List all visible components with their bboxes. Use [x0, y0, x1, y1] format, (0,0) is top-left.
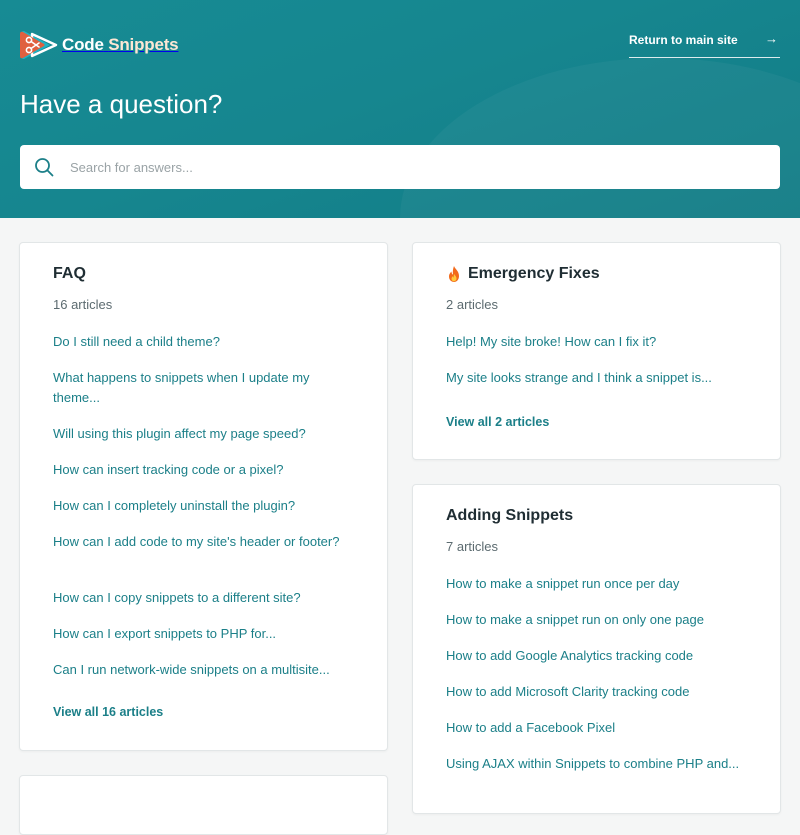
- hero-header: Code Snippets Return to main site → Have…: [0, 0, 800, 218]
- search-input[interactable]: [68, 158, 780, 176]
- category-card-faq: FAQ 16 articles Do I still need a child …: [19, 242, 388, 751]
- logo-word-code: Code: [62, 35, 104, 54]
- fire-icon: [449, 266, 459, 282]
- article-list: Help! My site broke! How can I fix it? M…: [446, 332, 746, 404]
- list-item: Help! My site broke! How can I fix it?: [446, 332, 746, 368]
- category-title-text: Emergency Fixes: [468, 265, 600, 282]
- search-icon: [35, 158, 54, 177]
- list-item: How to make a snippet run on only one pa…: [446, 610, 746, 646]
- article-link[interactable]: Can I run network-wide snippets on a mul…: [53, 662, 330, 677]
- header-decoration: [400, 58, 800, 218]
- article-link[interactable]: My site looks strange and I think a snip…: [446, 370, 712, 385]
- list-item: Can I run network-wide snippets on a mul…: [53, 660, 353, 696]
- category-card-emergency-fixes: Emergency Fixes 2 articles Help! My site…: [412, 242, 781, 460]
- article-count: 16 articles: [53, 297, 113, 312]
- category-title[interactable]: Emergency Fixes: [446, 265, 600, 283]
- list-item: How to add Microsoft Clarity tracking co…: [446, 682, 746, 718]
- site-logo[interactable]: Code Snippets: [20, 28, 179, 62]
- list-item: How to add Google Analytics tracking cod…: [446, 646, 746, 682]
- logo-word-snippets: Snippets: [108, 35, 179, 54]
- list-item: What happens to snippets when I update m…: [53, 368, 353, 424]
- article-link[interactable]: How can I copy snippets to a different s…: [53, 590, 301, 605]
- article-link[interactable]: Help! My site broke! How can I fix it?: [446, 334, 656, 349]
- search-bar[interactable]: [20, 145, 780, 189]
- article-list: How to make a snippet run once per day H…: [446, 574, 746, 810]
- list-item: Using AJAX within Snippets to combine PH…: [446, 754, 746, 810]
- article-link[interactable]: How can I completely uninstall the plugi…: [53, 498, 295, 513]
- list-item: My site looks strange and I think a snip…: [446, 368, 746, 404]
- list-item: How can I add code to my site's header o…: [53, 532, 353, 588]
- list-item: Will using this plugin affect my page sp…: [53, 424, 353, 460]
- article-link[interactable]: How can insert tracking code or a pixel?: [53, 462, 284, 477]
- article-link[interactable]: How can I export snippets to PHP for...: [53, 626, 276, 641]
- category-title[interactable]: FAQ: [53, 265, 86, 283]
- list-item: How can I copy snippets to a different s…: [53, 588, 353, 624]
- article-list: Do I still need a child theme? What happ…: [53, 332, 353, 696]
- list-item: How to add a Facebook Pixel: [446, 718, 746, 754]
- article-link[interactable]: How to add a Facebook Pixel: [446, 720, 615, 735]
- list-item: How can insert tracking code or a pixel?: [53, 460, 353, 496]
- list-item: How to make a snippet run once per day: [446, 574, 746, 610]
- article-link[interactable]: Do I still need a child theme?: [53, 334, 220, 349]
- article-link[interactable]: How to make a snippet run once per day: [446, 576, 679, 591]
- scissors-logo-icon: [20, 31, 58, 59]
- article-link[interactable]: What happens to snippets when I update m…: [53, 370, 310, 405]
- view-all-link[interactable]: View all 16 articles: [53, 705, 163, 719]
- article-link[interactable]: How to make a snippet run on only one pa…: [446, 612, 704, 627]
- category-card-partial: [19, 775, 388, 835]
- article-link[interactable]: How to add Google Analytics tracking cod…: [446, 648, 693, 663]
- page-title: Have a question?: [20, 89, 223, 119]
- arrow-right-icon: →: [765, 31, 778, 46]
- category-card-adding-snippets: Adding Snippets 7 articles How to make a…: [412, 484, 781, 814]
- article-count: 2 articles: [446, 297, 499, 312]
- category-title[interactable]: Adding Snippets: [446, 507, 573, 525]
- article-count: 7 articles: [446, 539, 499, 554]
- article-link[interactable]: How to add Microsoft Clarity tracking co…: [446, 684, 689, 699]
- article-link[interactable]: Will using this plugin affect my page sp…: [53, 426, 306, 441]
- article-link[interactable]: How can I add code to my site's header o…: [53, 534, 339, 549]
- return-to-main-site-link[interactable]: Return to main site →: [629, 30, 780, 58]
- article-link[interactable]: Using AJAX within Snippets to combine PH…: [446, 756, 739, 771]
- list-item: How can I export snippets to PHP for...: [53, 624, 353, 660]
- logo-text: Code Snippets: [62, 35, 179, 55]
- return-link-label: Return to main site: [629, 33, 738, 47]
- list-item: Do I still need a child theme?: [53, 332, 353, 368]
- list-item: How can I completely uninstall the plugi…: [53, 496, 353, 532]
- view-all-link[interactable]: View all 2 articles: [446, 415, 549, 429]
